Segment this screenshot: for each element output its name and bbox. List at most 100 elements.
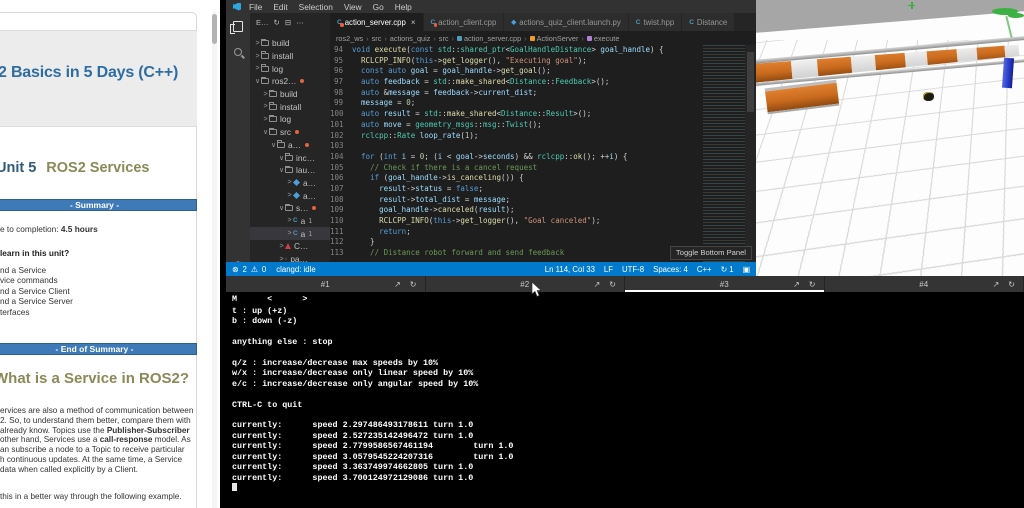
topic-item: nd a Service <box>0 265 47 275</box>
symbol-icon <box>529 35 535 41</box>
breadcrumb-item[interactable]: actions_quiz <box>390 34 431 43</box>
menu-item-view[interactable]: View <box>344 2 362 12</box>
more-actions-icon[interactable]: ⋯ <box>296 18 304 27</box>
tree-item-s[interactable]: ∨ s… <box>250 202 330 215</box>
expand-icon[interactable]: ↗ <box>394 280 401 289</box>
terminal-tab-1[interactable]: #1 ↗ ↻ <box>226 276 426 292</box>
editor-tab[interactable]: Caction_client.cpp <box>423 13 505 31</box>
tree-item-C[interactable]: > C… <box>250 240 330 253</box>
editor-tab[interactable]: ◆ actions_quiz_client.launch.py <box>504 13 629 31</box>
breadcrumb-item[interactable]: ros2_ws <box>336 34 363 43</box>
line-number: 102 <box>330 130 344 140</box>
menu-item-file[interactable]: File <box>249 2 262 12</box>
restart-icon[interactable]: ↻ <box>1008 280 1015 289</box>
breadcrumb-item[interactable]: execute <box>594 34 620 43</box>
modified-dot <box>433 23 438 27</box>
eol-indicator[interactable]: LF <box>604 265 613 274</box>
terminal-line: currently: speed 2.527235142496472 turn … <box>232 430 474 441</box>
close-icon[interactable]: × <box>411 18 416 27</box>
panel-icon[interactable]: ▣ <box>743 265 750 274</box>
restart-icon[interactable]: ↻ <box>809 280 816 289</box>
explorer-icon[interactable] <box>226 13 250 39</box>
code-text: goal_handle->canceled(result); <box>379 205 515 215</box>
errors-icon[interactable]: ⊗ <box>232 265 239 274</box>
terminal-tab-3[interactable]: #3 ↗ ↻ <box>625 276 825 292</box>
section-heading: What is a Service in ROS2? <box>0 370 190 387</box>
tree-item-inc[interactable]: ∨ inc… <box>250 151 330 164</box>
restart-icon[interactable]: ↻ <box>609 280 616 289</box>
terminal-lines: t : up (+z) b : down (-z) anything else :… <box>232 306 513 493</box>
tree-item-src[interactable]: ∨ src <box>250 126 330 139</box>
tree-item-log[interactable]: > log <box>250 113 330 126</box>
minimap[interactable] <box>703 45 745 262</box>
code-text: } <box>352 237 375 247</box>
terminal-tab-2[interactable]: #2 ↗ ↻ <box>426 276 625 292</box>
tree-item-a[interactable]: > a… <box>250 189 330 202</box>
tree-item-pa[interactable]: > ◦ pa… <box>250 253 330 262</box>
tree-item-ros2[interactable]: ∨ ros2… <box>250 75 330 88</box>
language-indicator[interactable]: C++ <box>697 265 712 274</box>
menu-item-edit[interactable]: Edit <box>273 2 287 12</box>
warnings-icon[interactable]: ⚠ <box>251 265 258 274</box>
editor-tab[interactable]: C Distance <box>682 13 736 31</box>
line-col-indicator[interactable]: Ln 114, Col 33 <box>545 265 595 274</box>
expand-icon[interactable]: ↗ <box>594 280 601 289</box>
chevron-down-icon: ∨ <box>278 205 285 213</box>
restart-icon[interactable]: ↻ <box>410 280 417 289</box>
chevron-right-icon: > <box>255 52 260 60</box>
paragraph-line: already know. Topics use the Publisher-S… <box>0 425 190 435</box>
code-text: auto move = geometry_msgs::msg::Twist(); <box>361 119 542 129</box>
folder-icon <box>261 76 269 85</box>
modified-dot <box>300 79 305 84</box>
menu-item-go[interactable]: Go <box>373 2 384 12</box>
terminal-line <box>232 410 513 420</box>
terminal-output[interactable]: M < > t : up (+z) b : down (-z) anything … <box>226 292 1024 508</box>
breadcrumb-item[interactable]: ActionServer <box>537 34 579 43</box>
tree-item-log[interactable]: > log <box>250 62 330 75</box>
chevron-down-icon: ∨ <box>278 154 285 162</box>
gazebo-sim-view[interactable] <box>756 0 1024 276</box>
tab-label: Distance <box>696 17 728 27</box>
course-scrollbar-thumb[interactable] <box>212 14 217 44</box>
tree-item-a[interactable]: ∨ a… <box>250 139 330 152</box>
collapse-all-icon[interactable]: ⊟ <box>285 18 291 27</box>
editor-scrollbar-thumb[interactable] <box>747 52 754 112</box>
tree-item-a[interactable]: > a… <box>250 177 330 190</box>
chevron-right-icon: › <box>433 33 436 43</box>
vscode-logo-icon <box>233 2 241 11</box>
tab-label: action_server.cpp <box>344 17 406 27</box>
paragraph-line: 2. So, to understand them better, compar… <box>0 415 191 425</box>
tree-item-install[interactable]: > install <box>250 50 330 63</box>
errors-count[interactable]: 2 <box>243 265 247 274</box>
chevron-right-icon: > <box>279 242 284 250</box>
terminal-tab-4[interactable]: #4 ↗ ↻ <box>825 276 1024 292</box>
code-line: 107 result->status = false; <box>330 184 756 195</box>
course-scrollbar-track[interactable] <box>212 12 217 508</box>
editor-tab[interactable]: Ctwist.hpp <box>628 13 683 31</box>
breadcrumb-item[interactable]: src <box>439 34 449 43</box>
breadcrumb-item[interactable]: src <box>372 34 382 43</box>
warnings-count[interactable]: 0 <box>262 265 266 274</box>
tree-item-lau[interactable]: ∨ lau… <box>250 164 330 177</box>
menu-item-help[interactable]: Help <box>395 2 412 12</box>
search-icon[interactable] <box>226 39 250 65</box>
chevron-down-icon: ∨ <box>254 78 261 86</box>
expand-icon[interactable]: ↗ <box>993 280 1000 289</box>
tree-item-a[interactable]: > Ca 1 <box>250 227 330 240</box>
clangd-status[interactable]: clangd: idle <box>276 265 315 274</box>
tree-item-build[interactable]: > build <box>250 88 330 101</box>
sync-indicator[interactable]: ↻ 1 <box>721 265 734 274</box>
indent-indicator[interactable]: Spaces: 4 <box>653 265 688 274</box>
encoding-indicator[interactable]: UTF-8 <box>622 265 644 274</box>
code-text: void execute(const std::shared_ptr<GoalH… <box>352 45 664 54</box>
refresh-icon[interactable]: ↻ <box>274 18 280 27</box>
tree-item-install[interactable]: > install <box>250 100 330 113</box>
tree-item-a[interactable]: > Ca 1 <box>250 215 330 228</box>
breadcrumb[interactable]: ros2_ws › src › actions_quiz › src › action_serv… <box>330 31 756 45</box>
code-editor[interactable]: 94 void execute(const std::shared_ptr<Goa… <box>330 45 756 262</box>
expand-icon[interactable]: ↗ <box>793 280 800 289</box>
breadcrumb-item[interactable]: action_server.cpp <box>464 34 521 43</box>
menu-item-selection[interactable]: Selection <box>299 2 333 12</box>
tree-item-build[interactable]: > build <box>250 37 330 50</box>
editor-tab[interactable]: Caction_server.cpp × <box>330 13 424 31</box>
